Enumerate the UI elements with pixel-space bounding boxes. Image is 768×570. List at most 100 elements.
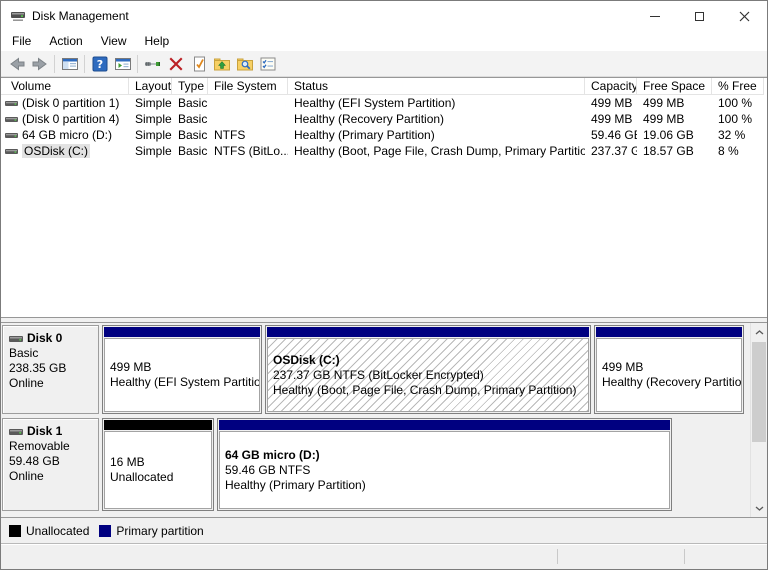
primary-partition-swatch	[99, 525, 111, 537]
cell-status: Healthy (Recovery Partition)	[288, 112, 585, 126]
minimize-button[interactable]	[632, 1, 677, 31]
partition-unallocated[interactable]: 16 MB Unallocated	[102, 418, 214, 511]
close-icon	[739, 11, 750, 22]
partition-title: OSDisk (C:)	[273, 353, 588, 368]
help-icon: ?	[91, 55, 109, 73]
graphical-view-pane: Disk 0 Basic 238.35 GB Online 499 MB Hea…	[1, 322, 767, 518]
show-action-pane-icon	[114, 55, 132, 73]
table-row[interactable]: (Disk 0 partition 4) Simple Basic Health…	[1, 111, 767, 127]
disk-management-window: Disk Management File Action View Help ?	[0, 0, 768, 570]
partition-color-band	[267, 327, 589, 337]
check-document-icon	[190, 55, 208, 73]
disk-name: Disk 0	[27, 331, 62, 346]
partition-recovery[interactable]: 499 MB Healthy (Recovery Partition)	[594, 325, 744, 414]
col-file-system[interactable]: File System	[208, 78, 288, 95]
app-icon	[10, 8, 26, 24]
toolbar-separator	[84, 55, 85, 73]
partition-size: 499 MB	[110, 360, 259, 375]
folder-search-button[interactable]	[233, 53, 256, 75]
volume-icon	[5, 100, 18, 107]
maximize-icon	[695, 12, 704, 21]
cell-pct-free: 8 %	[712, 144, 764, 158]
maximize-button[interactable]	[677, 1, 722, 31]
volume-name: OSDisk (C:)	[22, 144, 90, 158]
delete-volume-button[interactable]	[164, 53, 187, 75]
toolbar-separator	[137, 55, 138, 73]
cell-free-space: 499 MB	[637, 96, 712, 110]
cell-layout: Simple	[129, 144, 172, 158]
partition-64gb-micro[interactable]: 64 GB micro (D:) 59.46 GB NTFS Healthy (…	[217, 418, 672, 511]
col-pct-free[interactable]: % Free	[712, 78, 764, 95]
col-volume[interactable]: Volume	[1, 78, 129, 95]
statusbar-separator	[557, 549, 558, 564]
cell-pct-free: 100 %	[712, 112, 764, 126]
col-capacity[interactable]: Capacity	[585, 78, 637, 95]
close-button[interactable]	[722, 1, 767, 31]
col-layout[interactable]: Layout	[129, 78, 172, 95]
properties-button[interactable]	[256, 53, 279, 75]
table-row-selected[interactable]: OSDisk (C:) Simple Basic NTFS (BitLo... …	[1, 143, 767, 159]
table-row[interactable]: (Disk 0 partition 1) Simple Basic Health…	[1, 95, 767, 111]
disk-icon	[9, 335, 23, 343]
tool-button[interactable]	[141, 53, 164, 75]
menu-file[interactable]: File	[3, 32, 40, 50]
cell-capacity: 499 MB	[585, 112, 637, 126]
check-document-button[interactable]	[187, 53, 210, 75]
disk-icon	[9, 428, 23, 436]
cell-capacity: 499 MB	[585, 96, 637, 110]
volume-name: (Disk 0 partition 4)	[22, 112, 119, 126]
partition-color-band	[104, 420, 212, 430]
cell-status: Healthy (Boot, Page File, Crash Dump, Pr…	[288, 144, 585, 158]
scrollbar-thumb[interactable]	[752, 342, 766, 442]
col-free-space[interactable]: Free Space	[637, 78, 712, 95]
partition-size: 499 MB	[602, 360, 741, 375]
cell-type: Basic	[172, 144, 208, 158]
delete-volume-icon	[167, 55, 185, 73]
cell-file-system: NTFS	[208, 128, 288, 142]
partition-efi[interactable]: 499 MB Healthy (EFI System Partition)	[102, 325, 262, 414]
menu-action[interactable]: Action	[40, 32, 91, 50]
menu-view[interactable]: View	[92, 32, 136, 50]
partition-status: Unallocated	[110, 470, 211, 485]
chevron-up-icon	[755, 330, 764, 335]
disk-size: 238.35 GB	[9, 361, 98, 376]
unallocated-swatch	[9, 525, 21, 537]
disk0-partitions: 499 MB Healthy (EFI System Partition) OS…	[102, 325, 744, 414]
vertical-scrollbar[interactable]	[750, 323, 767, 517]
chevron-down-icon	[755, 506, 764, 511]
cell-status: Healthy (Primary Partition)	[288, 128, 585, 142]
folder-up-button[interactable]	[210, 53, 233, 75]
disk-name: Disk 1	[27, 424, 62, 439]
back-button[interactable]	[5, 53, 28, 75]
partition-size: 237.37 GB NTFS (BitLocker Encrypted)	[273, 368, 588, 383]
table-row[interactable]: 64 GB micro (D:) Simple Basic NTFS Healt…	[1, 127, 767, 143]
cell-pct-free: 32 %	[712, 128, 764, 142]
partition-color-band	[104, 327, 260, 337]
toolbar: ?	[1, 51, 767, 77]
menu-help[interactable]: Help	[136, 32, 179, 50]
scroll-down-button[interactable]	[751, 500, 767, 516]
scroll-up-button[interactable]	[751, 324, 767, 340]
disk1-label[interactable]: Disk 1 Removable 59.48 GB Online	[2, 418, 99, 511]
disk-state: Online	[9, 376, 98, 391]
disk0-label[interactable]: Disk 0 Basic 238.35 GB Online	[2, 325, 99, 414]
cell-type: Basic	[172, 112, 208, 126]
forward-icon	[31, 55, 49, 73]
partition-title: 64 GB micro (D:)	[225, 448, 669, 463]
volume-icon	[5, 148, 18, 155]
col-type[interactable]: Type	[172, 78, 208, 95]
folder-up-icon	[213, 55, 231, 73]
partition-status: Healthy (Primary Partition)	[225, 478, 669, 493]
folder-search-icon	[236, 55, 254, 73]
show-action-pane-button[interactable]	[111, 53, 134, 75]
col-status[interactable]: Status	[288, 78, 585, 95]
volume-table-header: Volume Layout Type File System Status Ca…	[1, 78, 767, 95]
partition-osdisk-selected[interactable]: OSDisk (C:) 237.37 GB NTFS (BitLocker En…	[265, 325, 591, 414]
help-button[interactable]: ?	[88, 53, 111, 75]
forward-button[interactable]	[28, 53, 51, 75]
cell-free-space: 18.57 GB	[637, 144, 712, 158]
tool-icon	[144, 55, 162, 73]
disk1-row: Disk 1 Removable 59.48 GB Online 16 MB U…	[1, 418, 750, 511]
partition-size: 59.46 GB NTFS	[225, 463, 669, 478]
show-console-tree-button[interactable]	[58, 53, 81, 75]
